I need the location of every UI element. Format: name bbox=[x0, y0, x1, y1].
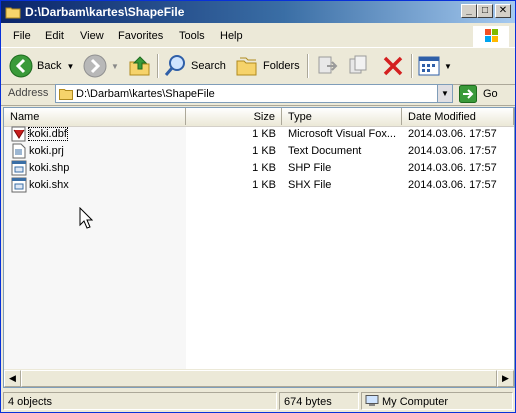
back-dropdown-icon[interactable]: ▼ bbox=[66, 62, 74, 71]
scrollbar-thumb[interactable] bbox=[21, 370, 497, 387]
folders-icon bbox=[236, 57, 257, 76]
search-button[interactable]: Search bbox=[163, 52, 226, 80]
my-computer-icon bbox=[365, 395, 379, 406]
column-header-date-modified[interactable]: Date Modified bbox=[402, 108, 514, 125]
file-type: SHP File bbox=[288, 162, 332, 174]
go-label: Go bbox=[483, 88, 498, 100]
folders-button[interactable]: Folders bbox=[235, 52, 300, 80]
status-bar: 4 objects 674 bytes My Computer bbox=[1, 390, 515, 412]
back-button[interactable]: Back ▼ bbox=[9, 52, 74, 80]
toolbar: Back ▼ ▼ Search Folders ▼ bbox=[1, 47, 515, 85]
status-object-count: 4 objects bbox=[3, 392, 277, 410]
generic-file-icon bbox=[11, 177, 27, 193]
column-header-size[interactable]: Size bbox=[186, 108, 282, 125]
go-arrow-icon bbox=[459, 85, 477, 103]
title-bar[interactable]: D:\Darbam\kartes\ShapeFile _ □ ✕ bbox=[1, 1, 515, 23]
file-size: 1 KB bbox=[252, 128, 276, 140]
file-name: koki.prj bbox=[29, 145, 64, 157]
scroll-left-button[interactable]: ◀ bbox=[4, 370, 21, 387]
close-button[interactable]: ✕ bbox=[495, 4, 511, 18]
file-type: Microsoft Visual Fox... bbox=[288, 128, 396, 140]
forward-dropdown-icon[interactable]: ▼ bbox=[111, 62, 119, 71]
explorer-window: D:\Darbam\kartes\ShapeFile _ □ ✕ File Ed… bbox=[0, 0, 516, 413]
address-input[interactable]: D:\Darbam\kartes\ShapeFile ▼ bbox=[55, 84, 453, 103]
file-type: SHX File bbox=[288, 179, 332, 191]
generic-file-icon bbox=[11, 160, 27, 176]
file-date-modified: 2014.03.06. 17:57 bbox=[408, 179, 497, 191]
file-name: koki.shx bbox=[29, 179, 69, 191]
menu-view[interactable]: View bbox=[80, 30, 104, 42]
address-dropdown-button[interactable]: ▼ bbox=[437, 85, 452, 102]
back-label: Back bbox=[37, 60, 62, 72]
address-bar: Address D:\Darbam\kartes\ShapeFile ▼ Go bbox=[1, 83, 515, 106]
file-name: koki.shp bbox=[29, 162, 70, 174]
column-header-type[interactable]: Type bbox=[282, 108, 402, 125]
delete-button[interactable] bbox=[381, 52, 405, 80]
views-icon bbox=[418, 56, 440, 76]
copy-to-button[interactable] bbox=[347, 52, 371, 80]
file-type: Text Document bbox=[288, 145, 362, 157]
minimize-button[interactable]: _ bbox=[461, 4, 477, 18]
menu-file[interactable]: File bbox=[13, 30, 31, 42]
window-title: D:\Darbam\kartes\ShapeFile bbox=[25, 5, 185, 19]
file-size: 1 KB bbox=[252, 145, 276, 157]
maximize-button[interactable]: □ bbox=[477, 4, 493, 18]
folder-icon bbox=[59, 89, 73, 100]
windows-logo-icon bbox=[473, 26, 509, 48]
menu-edit[interactable]: Edit bbox=[45, 30, 64, 42]
address-label: Address bbox=[8, 87, 49, 99]
address-path: D:\Darbam\kartes\ShapeFile bbox=[76, 88, 215, 100]
file-name: koki.dbf bbox=[28, 127, 68, 141]
back-arrow-icon bbox=[9, 54, 33, 78]
status-location-label: My Computer bbox=[382, 396, 449, 408]
folder-icon bbox=[5, 7, 21, 19]
search-label: Search bbox=[191, 60, 226, 72]
move-to-icon bbox=[318, 56, 338, 74]
column-header-name[interactable]: Name bbox=[4, 108, 186, 125]
menu-bar: File Edit View Favorites Tools Help bbox=[1, 25, 515, 48]
table-row[interactable]: koki.prj 1 KB Text Document 2014.03.06. … bbox=[4, 143, 514, 160]
file-size: 1 KB bbox=[252, 162, 276, 174]
text-file-icon bbox=[12, 143, 26, 159]
copy-to-icon bbox=[349, 55, 367, 74]
horizontal-scrollbar[interactable]: ◀ ▶ bbox=[4, 369, 514, 387]
views-dropdown-icon[interactable]: ▼ bbox=[444, 62, 452, 71]
up-folder-button[interactable] bbox=[128, 52, 152, 80]
table-row[interactable]: koki.shp 1 KB SHP File 2014.03.06. 17:57 bbox=[4, 160, 514, 177]
forward-button[interactable]: ▼ bbox=[83, 52, 119, 80]
scroll-right-button[interactable]: ▶ bbox=[497, 370, 514, 387]
file-date-modified: 2014.03.06. 17:57 bbox=[408, 145, 497, 157]
go-button[interactable]: Go bbox=[459, 84, 498, 104]
move-to-button[interactable] bbox=[315, 52, 339, 80]
file-date-modified: 2014.03.06. 17:57 bbox=[408, 128, 497, 140]
status-location: My Computer bbox=[361, 392, 513, 410]
table-row[interactable]: koki.shx 1 KB SHX File 2014.03.06. 17:57 bbox=[4, 177, 514, 194]
file-list[interactable]: Name Size Type Date Modified koki.dbf 1 … bbox=[3, 107, 515, 388]
dbf-file-icon bbox=[11, 126, 26, 142]
menu-favorites[interactable]: Favorites bbox=[118, 30, 163, 42]
menu-tools[interactable]: Tools bbox=[179, 30, 205, 42]
search-icon bbox=[164, 55, 185, 76]
menu-help[interactable]: Help bbox=[220, 30, 243, 42]
table-row[interactable]: koki.dbf 1 KB Microsoft Visual Fox... 20… bbox=[4, 126, 514, 143]
views-button[interactable]: ▼ bbox=[417, 52, 452, 80]
delete-x-icon bbox=[383, 56, 403, 76]
column-header-row: Name Size Type Date Modified bbox=[4, 108, 514, 127]
status-total-size: 674 bytes bbox=[279, 392, 359, 410]
forward-arrow-icon bbox=[83, 54, 107, 78]
file-size: 1 KB bbox=[252, 179, 276, 191]
file-date-modified: 2014.03.06. 17:57 bbox=[408, 162, 497, 174]
mouse-pointer-icon bbox=[79, 207, 93, 229]
up-folder-icon bbox=[129, 56, 150, 76]
folders-label: Folders bbox=[263, 60, 300, 72]
